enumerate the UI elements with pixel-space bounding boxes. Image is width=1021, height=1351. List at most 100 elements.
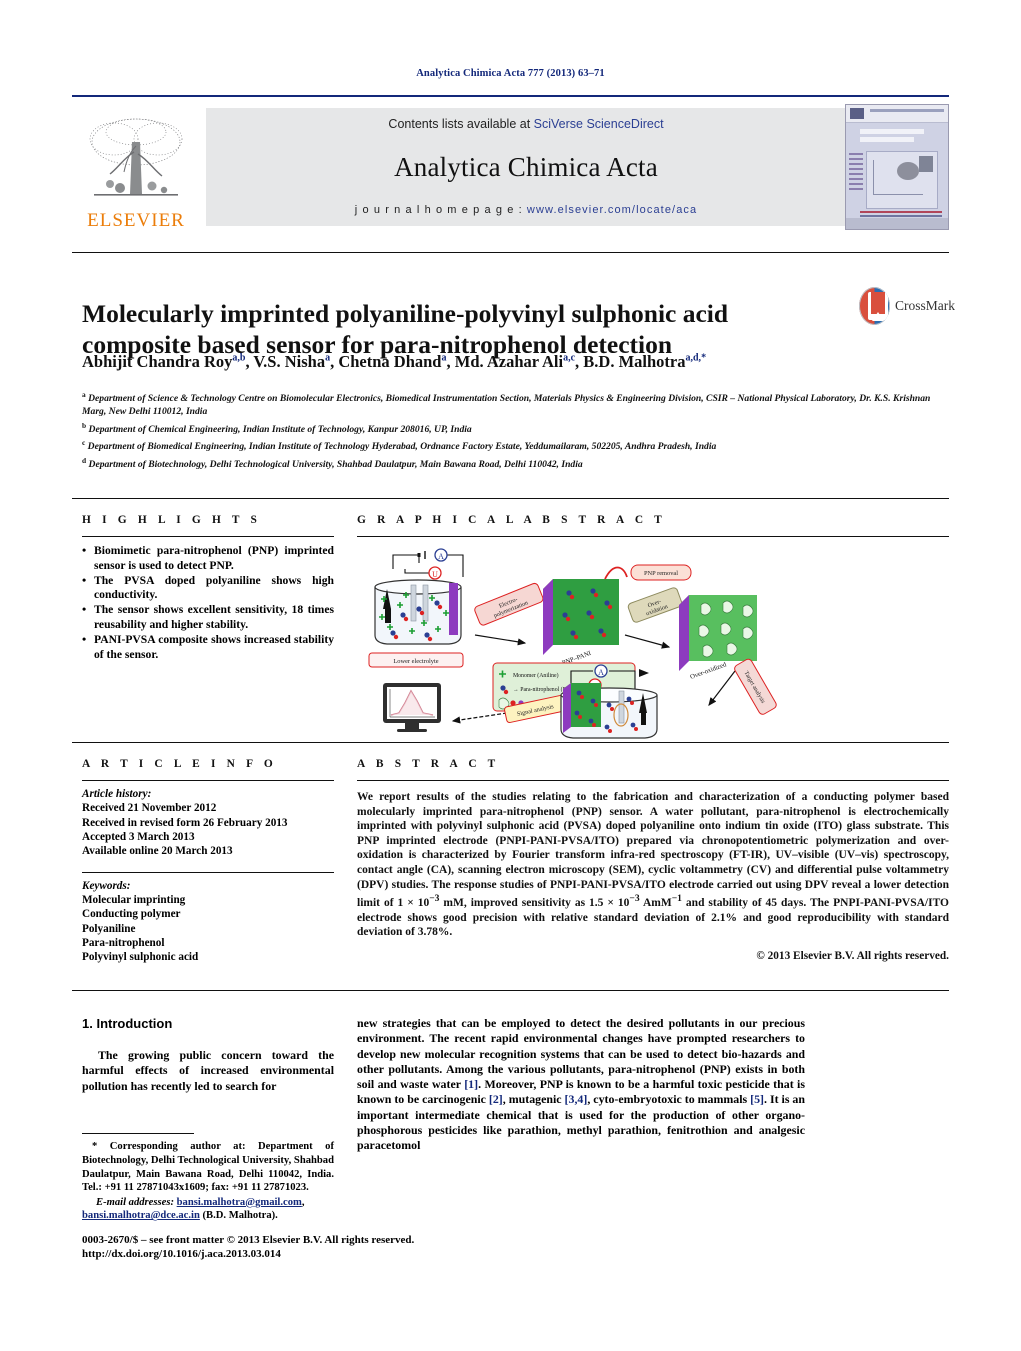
journal-homepage-link[interactable]: www.elsevier.com/locate/aca	[527, 204, 697, 216]
elsevier-tree-icon	[89, 118, 183, 196]
ga-label-lower-electrolyte: Lower electrolyte	[393, 658, 438, 665]
history-item: Available online 20 March 2013	[82, 845, 233, 858]
email-label: E-mail addresses:	[96, 1196, 174, 1208]
ga-legend-monomer: Monomer (Aniline)	[513, 672, 559, 679]
elsevier-wordmark: ELSEVIER	[87, 210, 185, 231]
cover-figure	[866, 151, 938, 209]
abstract-section: A B S T R A C T We report results of the…	[357, 758, 949, 963]
ga-label-over-oxidized: Over-oxidized	[689, 661, 728, 681]
elsevier-logo: ELSEVIER	[72, 104, 200, 230]
citation-ref[interactable]: [3,4]	[565, 1092, 588, 1106]
cover-figure-square	[919, 156, 933, 172]
article-info-section: A R T I C L E I N F O Article history: R…	[82, 758, 334, 964]
abstract-paragraph: We report results of the studies relatin…	[357, 791, 949, 939]
crossmark-badge[interactable]: CrossMark	[859, 285, 955, 327]
highlights-heading: H I G H L I G H T S	[82, 514, 262, 526]
email-address-1[interactable]: bansi.malhotra@gmail.com	[177, 1197, 302, 1208]
abstract-band-bottom-rule	[72, 990, 949, 992]
affiliation-list: a Department of Science & Technology Cen…	[82, 388, 942, 471]
list-item: Biomimetic para-nitrophenol (PNP) imprin…	[82, 543, 334, 573]
article-info-rule	[82, 780, 334, 782]
footnote-block: * Corresponding author at: Department of…	[82, 1133, 334, 1223]
affiliation-item: b Department of Chemical Engineering, In…	[82, 420, 472, 435]
abstract-copyright: © 2013 Elsevier B.V. All rights reserved…	[756, 949, 949, 962]
cover-figure-line	[873, 160, 874, 194]
history-item: Received 21 November 2012	[82, 802, 217, 815]
email-separator: ,	[301, 1196, 305, 1208]
introduction-column-left: 1. Introduction The growing public conce…	[82, 1016, 334, 1094]
highlights-rule	[82, 536, 334, 538]
ga-slab-pnp-pani: PNP–PANI	[543, 579, 619, 667]
cover-figure-blob	[897, 162, 919, 180]
crossmark-icon	[859, 287, 890, 325]
keyword-item: Conducting polymer	[82, 908, 181, 921]
citation-ref[interactable]: [2]	[489, 1092, 503, 1106]
corresponding-author-note: * Corresponding author at: Department of…	[82, 1140, 334, 1194]
affiliation-item: a Department of Science & Technology Cen…	[82, 390, 931, 418]
keyword-item: Para-nitrophenol	[82, 936, 165, 949]
journal-homepage-line: j o u r n a l h o m e p a g e : www.else…	[355, 204, 698, 216]
author-list: Abhijit Chandra Roya,b, V.S. Nishaa, Che…	[82, 352, 707, 371]
highlights-list: Biomimetic para-nitrophenol (PNP) imprin…	[82, 543, 334, 662]
svg-text:U: U	[432, 570, 438, 579]
journal-title: Analytica Chimica Acta	[394, 152, 658, 182]
journal-cover-thumbnail	[845, 104, 949, 230]
paper-page: Analytica Chimica Acta 777 (2013) 63–71	[0, 0, 1021, 1351]
top-rule	[72, 95, 949, 97]
keyword-item: Polyaniline	[82, 922, 136, 935]
cover-figure-line	[873, 194, 923, 195]
highlights-band-top-rule	[72, 498, 949, 500]
graphical-abstract-heading: G R A P H I C A L A B S T R A C T	[357, 514, 666, 526]
ga-electro-cell: A U Lower electrolyte	[368, 548, 464, 668]
contents-prefix: Contents lists available at	[388, 117, 534, 131]
email-address-2[interactable]: bansi.malhotra@dce.ac.in	[82, 1210, 200, 1221]
svg-text:A: A	[438, 552, 444, 561]
ga-label-pnp-removal: PNP removal	[644, 570, 678, 577]
footnote-rule	[82, 1133, 194, 1135]
citation-ref[interactable]: [1]	[464, 1077, 478, 1091]
doi-link[interactable]: http://dx.doi.org/10.1016/j.aca.2013.03.…	[82, 1247, 552, 1261]
graphical-abstract-section: G R A P H I C A L A B S T R A C T A U Lo…	[357, 514, 949, 740]
keywords-label: Keywords:	[82, 879, 131, 892]
svg-text:A: A	[598, 668, 604, 677]
keywords-block: Keywords: Molecular imprinting Conductin…	[82, 879, 334, 965]
keyword-item: Molecular imprinting	[82, 893, 186, 906]
highlights-section: H I G H L I G H T S Biomimetic para-nitr…	[82, 514, 334, 663]
keyword-item: Polyvinyl sulphonic acid	[82, 951, 199, 964]
email-owner: (B.D. Malhotra).	[202, 1210, 278, 1222]
homepage-prefix: j o u r n a l h o m e p a g e :	[354, 204, 527, 216]
graphical-abstract-rule	[357, 536, 949, 538]
abstract-text: We report results of the studies relatin…	[357, 790, 949, 963]
journal-masthead: ELSEVIER Contents lists available at Sci…	[72, 104, 949, 230]
article-info-heading: A R T I C L E I N F O	[82, 758, 277, 770]
cover-side-text	[849, 153, 863, 201]
cover-logo-box	[850, 108, 864, 119]
title-divider	[72, 252, 949, 254]
sciencedirect-link[interactable]: SciVerse ScienceDirect	[534, 117, 664, 131]
list-item: The PVSA doped polyaniline shows high co…	[82, 573, 334, 603]
email-note: E-mail addresses: bansi.malhotra@gmail.c…	[82, 1196, 334, 1223]
issn-footer: 0003-2670/$ – see front matter © 2013 El…	[82, 1233, 552, 1261]
corresponding-author-text: * Corresponding author at: Department of…	[82, 1141, 334, 1194]
cover-header-text	[870, 109, 944, 112]
section-heading-introduction: 1. Introduction	[82, 1016, 173, 1031]
history-item: Received in revised form 26 February 201…	[82, 816, 288, 829]
introduction-column-right: new strategies that can be employed to d…	[357, 1016, 805, 1154]
abstract-heading: A B S T R A C T	[357, 758, 500, 770]
list-item: The sensor shows excellent sensitivity, …	[82, 602, 334, 632]
issn-line: 0003-2670/$ – see front matter © 2013 El…	[82, 1234, 415, 1246]
cover-journal-title	[860, 129, 942, 145]
intro-paragraph-col2: new strategies that can be employed to d…	[357, 1016, 805, 1153]
contents-available-line: Contents lists available at SciVerse Sci…	[388, 117, 663, 131]
graphical-abstract-diagram: A U Lower electrolyte Electro- polymeriz…	[368, 548, 777, 739]
abstract-band-top-rule	[72, 742, 949, 744]
affiliation-item: c Department of Biomedical Engineering, …	[82, 438, 717, 453]
affiliation-item: d Department of Biotechnology, Delhi Tec…	[82, 455, 583, 470]
history-item: Accepted 3 March 2013	[82, 830, 195, 843]
graphical-abstract-figure: A U Lower electrolyte Electro- polymeriz…	[357, 543, 949, 740]
article-history: Article history: Received 21 November 20…	[82, 787, 334, 858]
page-title: Molecularly imprinted polyaniline-polyvi…	[82, 299, 729, 360]
citation-ref[interactable]: [5]	[750, 1092, 764, 1106]
cover-header-band	[846, 105, 948, 123]
cover-footer-band	[846, 218, 948, 229]
